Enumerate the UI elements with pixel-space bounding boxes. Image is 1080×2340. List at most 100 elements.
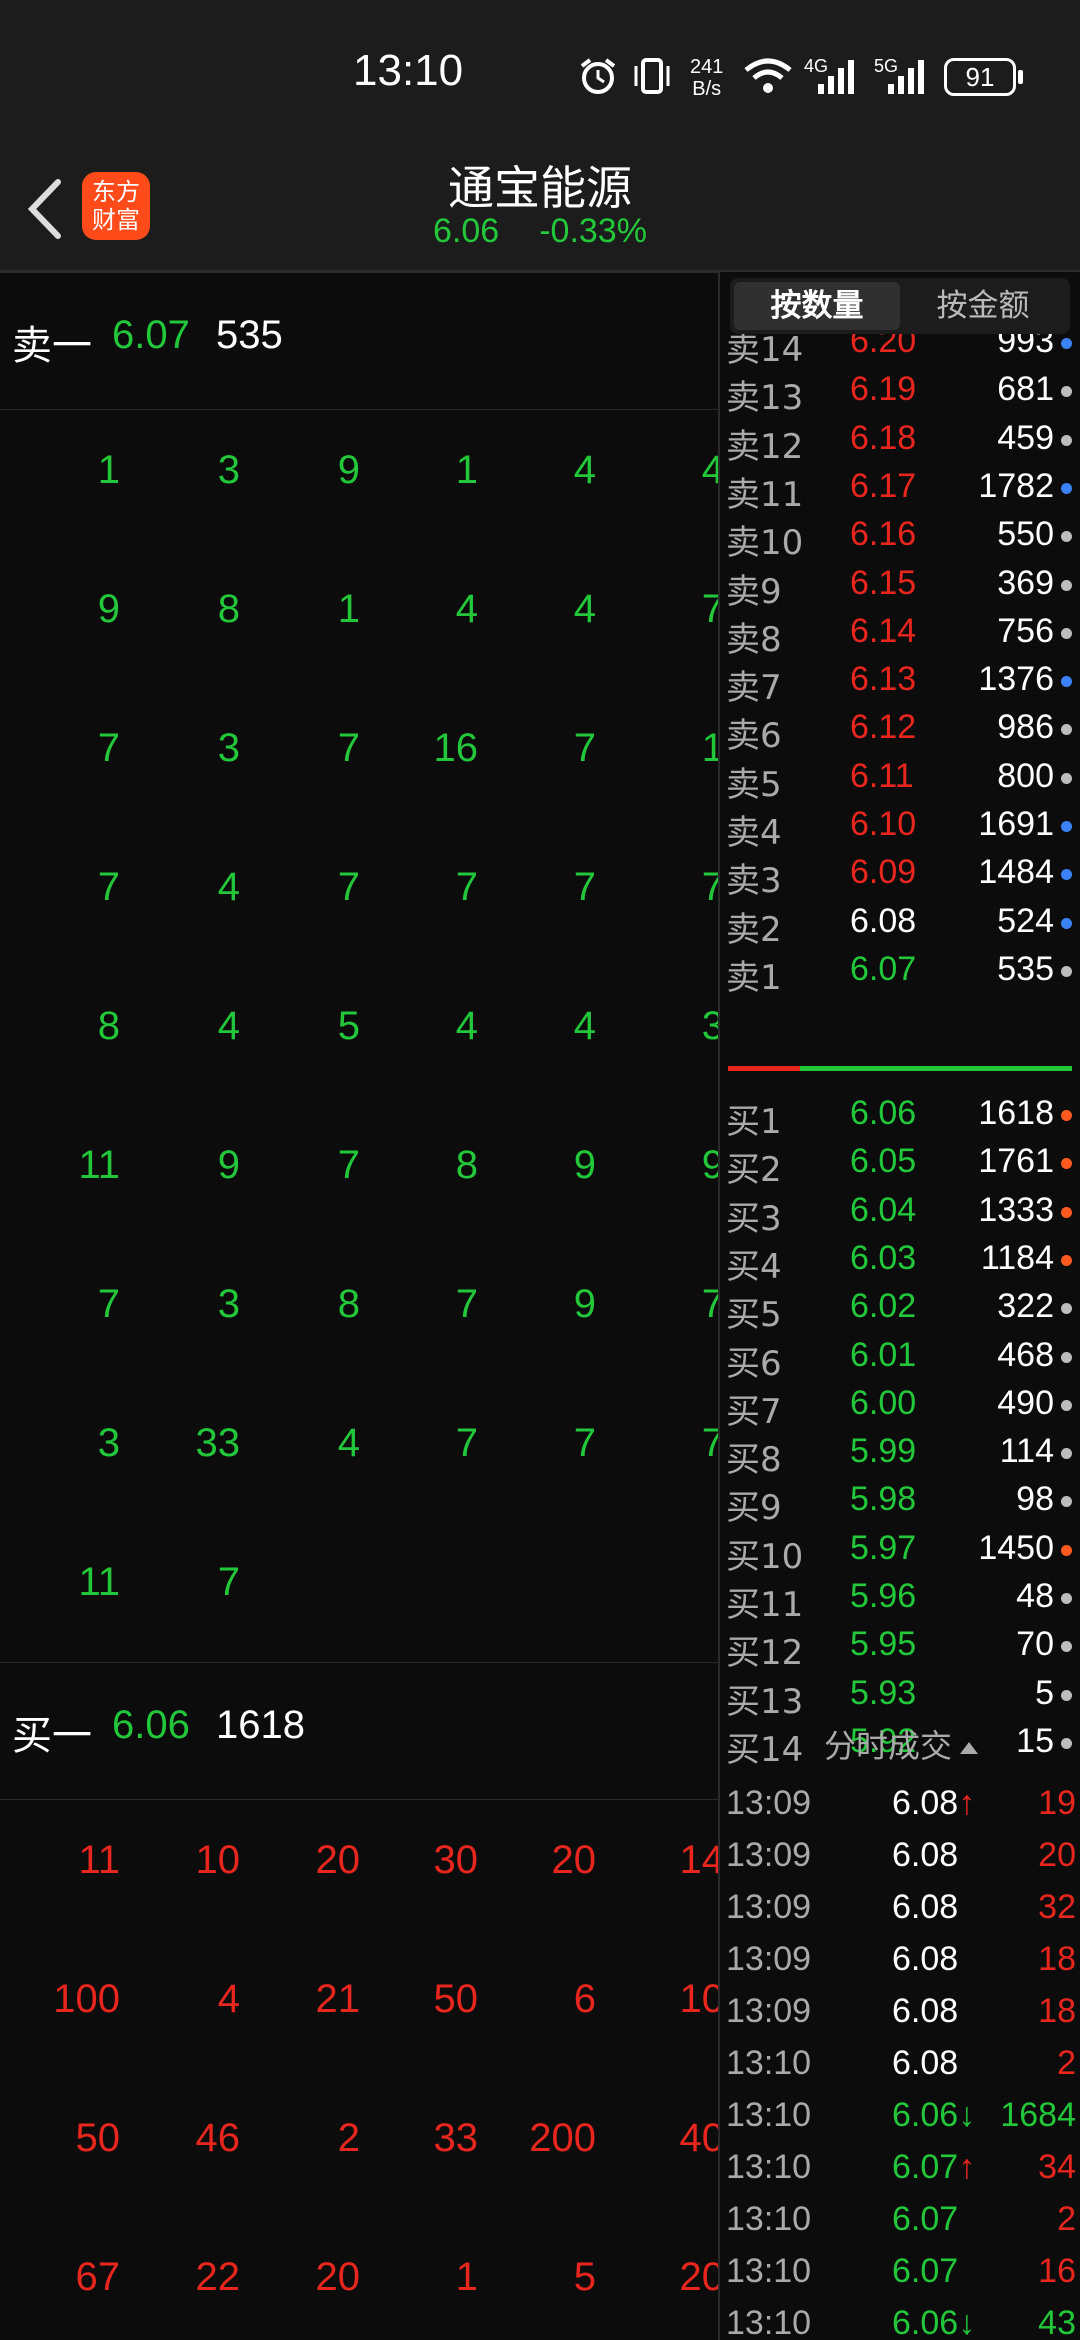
queue-cell: 16	[433, 726, 479, 770]
trade-volume: 32	[1038, 1888, 1076, 1926]
queue-cell: 11	[78, 1143, 120, 1187]
level-price: 6.13	[850, 660, 917, 699]
level-volume: 114	[999, 1432, 1054, 1471]
queue-cell: 4	[217, 865, 240, 909]
trade-volume: 16	[1038, 2252, 1076, 2290]
wifi-icon	[744, 58, 792, 93]
trade-price-value: 6.06	[892, 2096, 959, 2134]
trade-price: 6.07	[892, 2200, 958, 2239]
tab-by-volume[interactable]: 按数量	[734, 282, 900, 330]
level-dot	[1061, 1206, 1072, 1218]
queue-cell: 1	[337, 587, 360, 631]
level-volume: 70	[1016, 1625, 1054, 1664]
level-volume: 1761	[978, 1142, 1054, 1181]
level-price: 6.20	[850, 334, 917, 360]
sell1-line: 卖一 6.07 535	[0, 272, 718, 410]
level-dot	[1061, 676, 1072, 688]
trade-time: 13:09	[726, 1888, 812, 1926]
level-dot	[1061, 724, 1072, 736]
level-dot	[1061, 1496, 1072, 1508]
trade-row: 13:10 6.06↓ 43	[722, 2298, 1080, 2340]
bid-level-row: 买11 5.96 48	[722, 1573, 1080, 1625]
level-label: 买8	[726, 1440, 782, 1481]
level-price: 5.96	[850, 1577, 917, 1615]
stock-quote: 6.06 -0.33%	[0, 212, 1080, 251]
queue-cell: 4	[455, 587, 478, 631]
level-label: 卖10	[726, 523, 804, 564]
bid-level-row: 买1 6.06 1618	[722, 1090, 1080, 1142]
queue-cell: 50	[433, 1977, 479, 2021]
vibrate-icon	[634, 58, 670, 94]
queue-cell: 8	[97, 1004, 120, 1048]
trade-volume: 20	[1038, 1836, 1076, 1874]
bid-level-row: 买6 6.01 468	[722, 1332, 1080, 1384]
queue-cell: 7	[455, 1282, 478, 1326]
bid-level-row: 买7 6.00 490	[722, 1380, 1080, 1432]
queue-cell: 8	[455, 1143, 478, 1187]
queue-cell: 8	[217, 587, 240, 631]
trade-row: 13:09 6.08 18	[722, 1934, 1080, 1986]
level-volume: 369	[997, 563, 1054, 602]
queue-cell: 7	[644, 1421, 718, 1466]
trade-price: 6.08	[892, 1992, 958, 2031]
level-label: 买5	[726, 1295, 782, 1336]
queue-cell: 50	[75, 2116, 121, 2160]
queue-cell: 4	[644, 448, 718, 493]
level-volume: 1484	[978, 853, 1054, 892]
trade-row: 13:09 6.08 32	[722, 1882, 1080, 1934]
ask-level-row: 卖1 6.07 535	[722, 946, 1080, 998]
bid-level-row: 买9 5.98 98	[722, 1476, 1080, 1528]
time-sales-header[interactable]: 分时成交	[722, 1718, 1080, 1774]
ask-level-row: 卖4 6.10 1691	[722, 801, 1080, 853]
level-label: 卖1	[726, 957, 782, 998]
bid-level-row: 买10 5.97 1450	[722, 1525, 1080, 1577]
queue-cell: 7	[455, 1421, 478, 1465]
ask-level-row: 卖5 6.11 800	[722, 753, 1080, 805]
level-label: 卖3	[726, 861, 782, 902]
bid-level-row: 买12 5.95 70	[722, 1621, 1080, 1673]
stock-change: -0.33%	[539, 212, 647, 250]
level-volume: 459	[997, 418, 1054, 457]
queue-cell: 9	[573, 1143, 596, 1187]
level-label: 卖5	[726, 764, 782, 805]
network-speed: 241 B/s	[690, 56, 724, 100]
queue-cell: 3	[644, 1004, 718, 1049]
bid-level-row: 买2 6.05 1761	[722, 1138, 1080, 1190]
queue-cell: 7	[573, 726, 596, 770]
trade-volume: 2	[1057, 2044, 1076, 2082]
trade-price-value: 6.08	[892, 1784, 959, 1822]
queue-cell: 3	[217, 448, 240, 492]
down-arrow-icon: ↓	[958, 2304, 976, 2340]
queue-cell: 21	[315, 1977, 361, 2021]
level-price: 6.04	[850, 1190, 917, 1229]
level-volume: 1618	[978, 1094, 1054, 1132]
level-label: 买7	[726, 1391, 782, 1432]
queue-cell: 100	[53, 1977, 120, 2021]
tab-by-amount[interactable]: 按金额	[900, 282, 1066, 330]
level-volume: 5	[1035, 1673, 1054, 1712]
queue-cell: 20	[315, 2255, 361, 2299]
queue-cell: 20	[315, 1838, 361, 1882]
ask-level-row: 卖13 6.19 681	[722, 366, 1080, 418]
trade-volume: 18	[1038, 1940, 1076, 1978]
level-dot	[1061, 1689, 1072, 1701]
level-dot	[1061, 869, 1072, 881]
queue-cell: 4	[573, 448, 596, 492]
level-volume: 1376	[978, 660, 1054, 699]
queue-cell: 7	[455, 865, 478, 909]
level-price: 5.98	[850, 1480, 917, 1519]
trade-volume: 19	[1038, 1784, 1076, 1822]
trade-time: 13:09	[726, 1836, 812, 1874]
level-price: 6.03	[850, 1238, 917, 1277]
bid-level-row: 买13 5.93 5	[722, 1670, 1080, 1722]
level-dot	[1061, 1158, 1072, 1170]
queue-cell: 4	[337, 1421, 360, 1465]
level-dot	[1061, 531, 1072, 543]
queue-cell: 5	[337, 1004, 360, 1048]
level-price: 6.19	[850, 370, 917, 409]
queue-cell: 7	[97, 1282, 120, 1326]
trade-row: 13:10 6.07 2	[722, 2194, 1080, 2246]
order-queue-panel: 卖一 6.07 535 1391449814477371671747777845…	[0, 272, 720, 2340]
level-volume: 322	[997, 1287, 1054, 1326]
trade-time: 13:10	[726, 2200, 812, 2238]
